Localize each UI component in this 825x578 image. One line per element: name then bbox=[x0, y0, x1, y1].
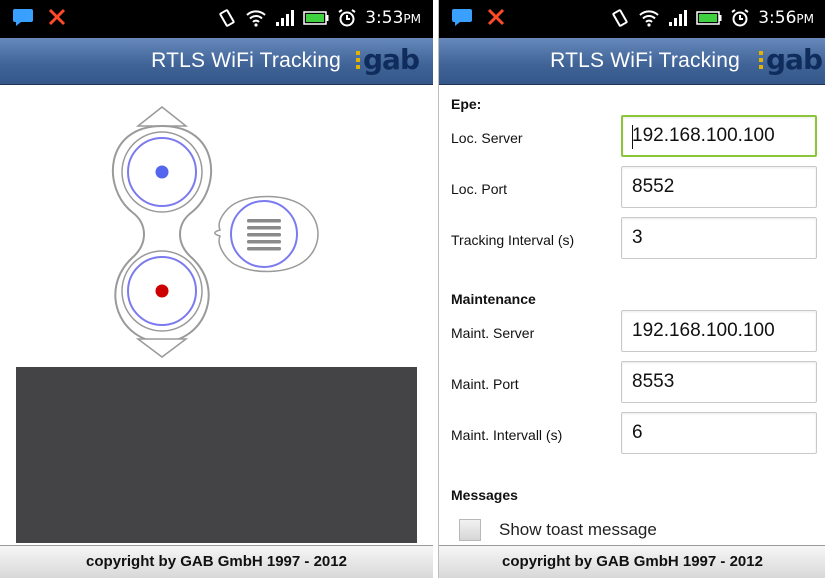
chat-notification-icon bbox=[451, 7, 473, 27]
maint-interval-label: Maint. Intervall (s) bbox=[451, 427, 563, 443]
menu-button[interactable] bbox=[214, 195, 319, 273]
missed-call-icon bbox=[485, 6, 507, 28]
section-title-maintenance: Maintenance bbox=[451, 291, 536, 307]
tracking-interval-input[interactable]: 3 bbox=[621, 217, 817, 259]
loc-server-label: Loc. Server bbox=[451, 130, 523, 146]
status-ampm: PM bbox=[403, 12, 421, 26]
phone-screen-settings: 3:56PM RTLS WiFi Tracking gab Epe: Loc. … bbox=[438, 0, 825, 578]
app-title: RTLS WiFi Tracking bbox=[550, 49, 740, 72]
loc-port-label: Loc. Port bbox=[451, 181, 508, 197]
app-title-bar: RTLS WiFi Tracking gab bbox=[439, 38, 825, 85]
chevron-up-icon[interactable] bbox=[135, 106, 189, 127]
show-toast-label: Show toast message bbox=[499, 520, 657, 539]
phone-screen-controller: 3:53PM RTLS WiFi Tracking gab copyright … bbox=[0, 0, 433, 578]
section-title-epe: Epe: bbox=[451, 96, 482, 112]
status-time: 3:56 bbox=[758, 8, 797, 28]
copyright-footer: copyright by GAB GmbH 1997 - 2012 bbox=[0, 545, 433, 578]
status-ampm: PM bbox=[796, 12, 814, 26]
signal-icon bbox=[668, 9, 688, 27]
bottom-button[interactable] bbox=[121, 250, 203, 332]
copyright-footer: copyright by GAB GmbH 1997 - 2012 bbox=[439, 545, 825, 578]
signal-icon bbox=[275, 9, 295, 27]
settings-form: Epe: Loc. Server 192.168.100.100 Loc. Po… bbox=[439, 84, 825, 545]
maint-server-input[interactable]: 192.168.100.100 bbox=[621, 310, 817, 352]
tracking-interval-label: Tracking Interval (s) bbox=[451, 232, 575, 248]
vibrate-icon bbox=[610, 8, 630, 28]
wifi-icon bbox=[638, 9, 660, 27]
gab-logo: gab bbox=[356, 43, 420, 76]
direction-controller bbox=[0, 84, 433, 364]
output-display-area bbox=[16, 367, 417, 543]
maint-port-label: Maint. Port bbox=[451, 376, 519, 392]
battery-icon bbox=[696, 10, 722, 26]
loc-port-input[interactable]: 8552 bbox=[621, 166, 817, 208]
bottom-button-dot bbox=[155, 284, 169, 298]
alarm-icon bbox=[337, 8, 357, 28]
maint-port-input[interactable]: 8553 bbox=[621, 361, 817, 403]
section-title-messages: Messages bbox=[451, 487, 518, 503]
loc-server-input[interactable]: 192.168.100.100 bbox=[621, 115, 817, 157]
status-bar: 3:53PM bbox=[0, 0, 433, 38]
gab-logo: gab bbox=[759, 43, 823, 76]
missed-call-icon bbox=[46, 6, 68, 28]
alarm-icon bbox=[730, 8, 750, 28]
vibrate-icon bbox=[217, 8, 237, 28]
app-title: RTLS WiFi Tracking bbox=[151, 49, 341, 72]
battery-icon bbox=[303, 10, 329, 26]
status-bar: 3:56PM bbox=[439, 0, 825, 38]
maint-server-label: Maint. Server bbox=[451, 325, 535, 341]
chevron-down-icon[interactable] bbox=[135, 338, 189, 358]
status-time: 3:53 bbox=[365, 8, 404, 28]
maint-interval-input[interactable]: 6 bbox=[621, 412, 817, 454]
show-toast-checkbox[interactable] bbox=[459, 519, 481, 541]
app-title-bar: RTLS WiFi Tracking gab bbox=[0, 38, 433, 85]
top-button-dot bbox=[155, 165, 169, 179]
chat-notification-icon bbox=[12, 7, 34, 27]
wifi-icon bbox=[245, 9, 267, 27]
top-button[interactable] bbox=[121, 131, 203, 213]
